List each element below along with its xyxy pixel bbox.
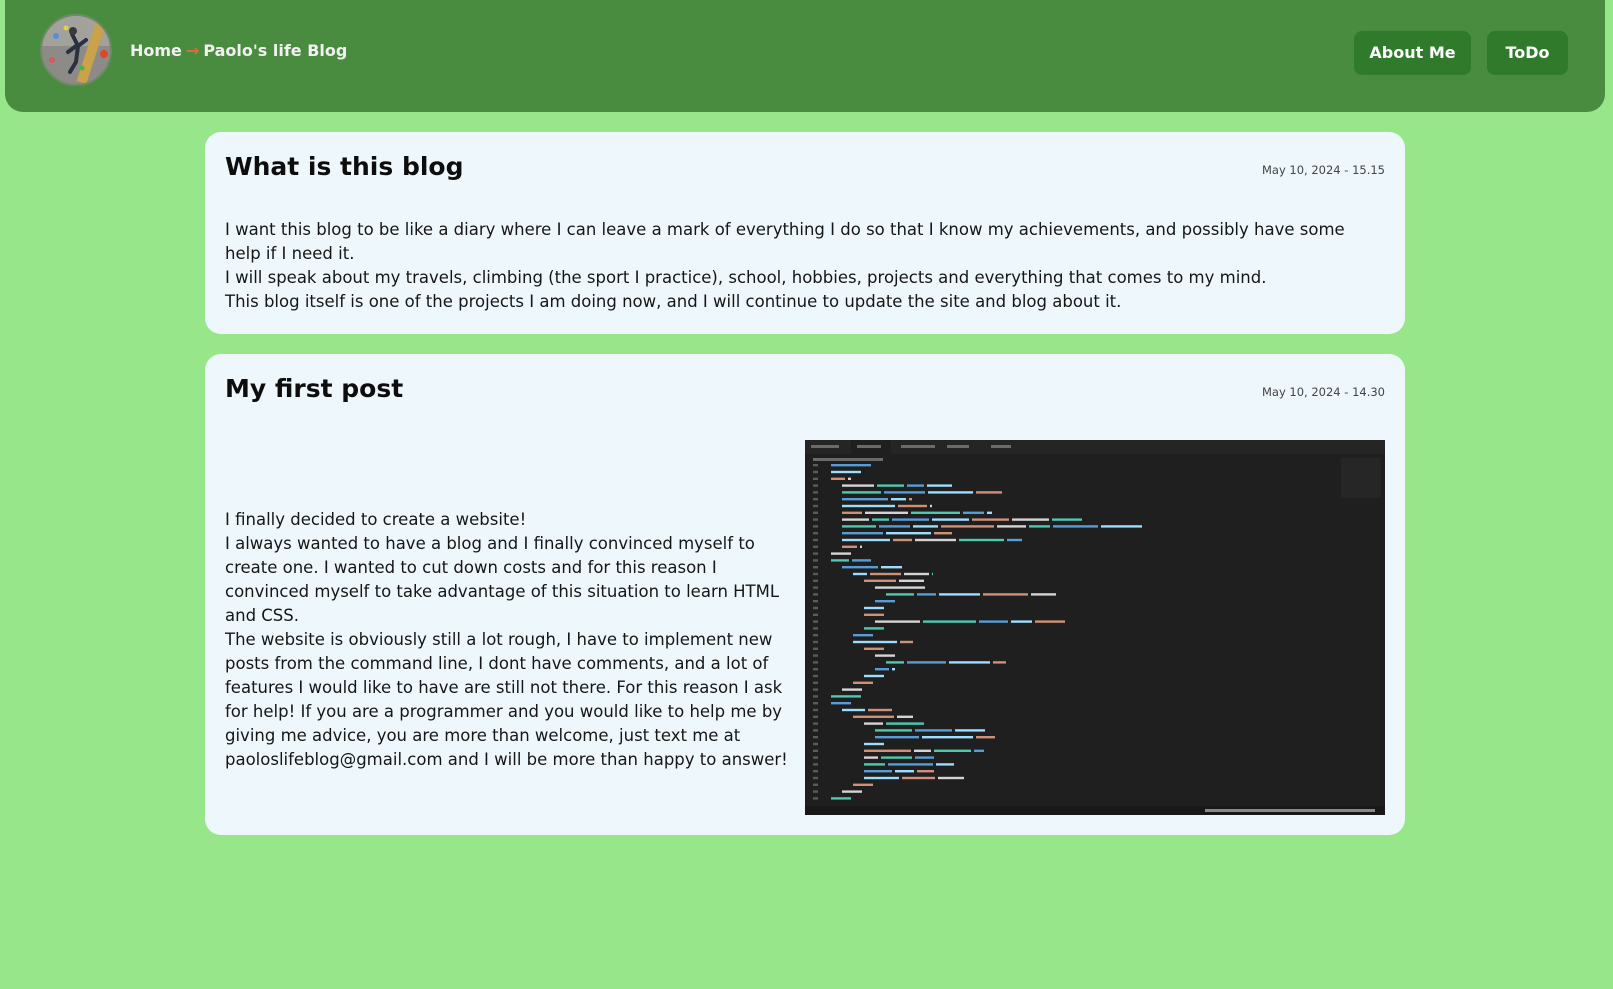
post-paragraph: This blog itself is one of the projects … xyxy=(225,292,1122,311)
post-paragraph: I always wanted to have a blog and I fin… xyxy=(225,534,780,625)
breadcrumb: Home → Paolo's life Blog xyxy=(130,41,347,60)
climbing-wall-image xyxy=(42,16,110,84)
post-card: What is this blog May 10, 2024 - 15.15 I… xyxy=(205,132,1405,334)
code-editor-screenshot xyxy=(805,440,1385,815)
todo-button[interactable]: ToDo xyxy=(1487,31,1568,75)
post-paragraph: The website is obviously still a lot rou… xyxy=(225,630,788,769)
post-paragraph: I finally decided to create a website! xyxy=(225,510,527,529)
post-body: I want this blog to be like a diary wher… xyxy=(225,218,1355,314)
about-me-button[interactable]: About Me xyxy=(1354,31,1471,75)
post-title: My first post xyxy=(225,374,404,403)
post-date: May 10, 2024 - 14.30 xyxy=(1261,385,1385,399)
post-card: My first post May 10, 2024 - 14.30 I fin… xyxy=(205,354,1405,835)
breadcrumb-arrow-icon: → xyxy=(185,41,200,60)
code-editor-image xyxy=(805,440,1385,815)
post-date: May 10, 2024 - 15.15 xyxy=(1261,163,1385,177)
page-name: Paolo's life Blog xyxy=(203,41,348,60)
post-body: I finally decided to create a website! I… xyxy=(225,508,795,772)
navbar: Home → Paolo's life Blog About Me ToDo xyxy=(5,0,1605,112)
post-title: What is this blog xyxy=(225,152,464,181)
logo-avatar[interactable] xyxy=(40,14,112,86)
post-paragraph: I will speak about my travels, climbing … xyxy=(225,268,1267,287)
post-paragraph: I want this blog to be like a diary wher… xyxy=(225,220,1345,263)
home-link[interactable]: Home xyxy=(130,41,182,60)
